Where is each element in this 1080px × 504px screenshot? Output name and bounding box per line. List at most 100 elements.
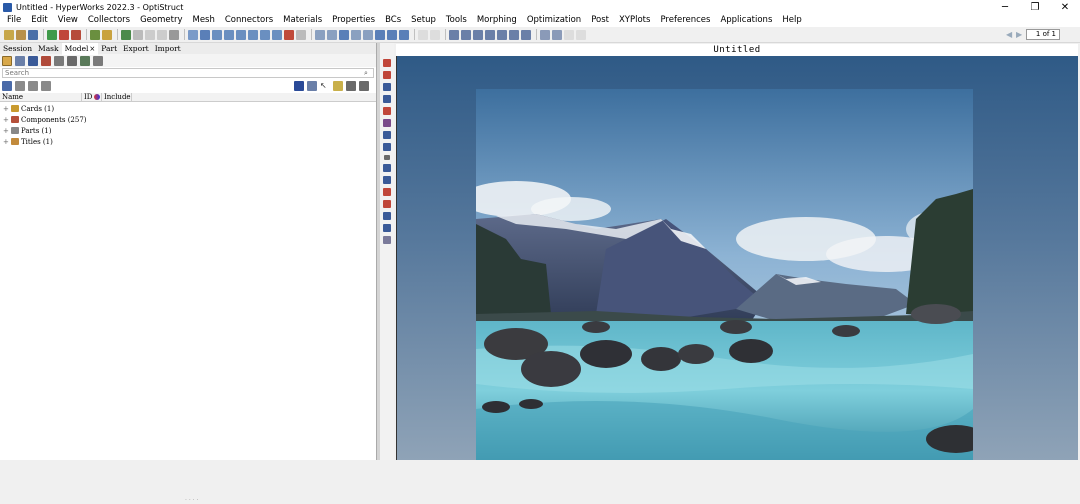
tab-mask[interactable]: Mask	[35, 43, 62, 54]
menu-properties[interactable]: Properties	[327, 14, 380, 27]
entity-icon[interactable]	[90, 29, 100, 40]
search-input[interactable]	[3, 69, 364, 77]
folder-icon[interactable]	[102, 29, 112, 40]
show-all-icon[interactable]	[359, 81, 369, 91]
menu-help[interactable]: Help	[777, 14, 806, 27]
zoom-icon[interactable]	[188, 29, 198, 40]
pan-icon[interactable]	[339, 29, 349, 40]
shaded-icon[interactable]	[383, 107, 391, 115]
arrow-horizontal-icon[interactable]	[375, 29, 385, 40]
previous-page-icon[interactable]: ◀	[1006, 30, 1014, 39]
tree-row-parts[interactable]: + Parts (1)	[0, 125, 376, 136]
window-icon[interactable]	[540, 29, 550, 40]
group-filter-icon[interactable]	[93, 55, 103, 66]
menu-tools[interactable]: Tools	[441, 14, 472, 27]
display-mode-icon[interactable]	[294, 81, 304, 91]
component-color-icon[interactable]	[383, 59, 391, 67]
load-filter-icon[interactable]	[54, 55, 64, 66]
tab-export[interactable]: Export	[120, 43, 152, 54]
material-color-icon[interactable]	[383, 83, 391, 91]
menu-collectors[interactable]: Collectors	[83, 14, 135, 27]
system-filter-icon[interactable]	[67, 55, 77, 66]
plane-icon[interactable]	[383, 212, 391, 220]
shrink-icon[interactable]	[383, 236, 391, 244]
box-icon[interactable]	[133, 29, 143, 40]
layout-5-icon[interactable]	[497, 29, 507, 40]
menu-edit[interactable]: Edit	[26, 14, 52, 27]
spin-icon[interactable]	[399, 29, 409, 40]
mesh-lines-icon[interactable]	[383, 131, 391, 139]
undo-icon[interactable]	[418, 29, 428, 40]
expand-icon[interactable]: +	[3, 116, 9, 124]
menu-connectors[interactable]: Connectors	[220, 14, 278, 27]
tree-row-components[interactable]: + Components (257)	[0, 114, 376, 125]
search-icon[interactable]: ⌕	[364, 69, 373, 78]
tab-model[interactable]: Model×	[61, 42, 99, 55]
magnify-icon[interactable]	[315, 29, 325, 40]
add-icon[interactable]	[121, 29, 131, 40]
layout-4-icon[interactable]	[485, 29, 495, 40]
tab-part[interactable]: Part	[98, 43, 120, 54]
material-filter-icon[interactable]	[28, 55, 38, 66]
frame-alt-icon[interactable]	[157, 29, 167, 40]
sync-icon[interactable]	[564, 29, 574, 40]
column-name[interactable]: Name	[0, 93, 82, 101]
free-edge-icon[interactable]	[383, 176, 391, 184]
arrow-vertical-icon[interactable]	[387, 29, 397, 40]
label-icon[interactable]	[383, 188, 391, 196]
minimize-button[interactable]: ─	[990, 0, 1020, 14]
menu-bcs[interactable]: BCs	[380, 14, 406, 27]
expand-all-icon[interactable]	[15, 81, 25, 91]
layout-1-icon[interactable]	[449, 29, 459, 40]
next-page-icon[interactable]: ▶	[1016, 30, 1024, 39]
node-icon[interactable]	[384, 155, 390, 160]
close-icon[interactable]: ×	[89, 45, 95, 53]
wireframe-icon[interactable]	[383, 119, 391, 127]
menu-file[interactable]: File	[2, 14, 26, 27]
menu-post[interactable]: Post	[586, 14, 614, 27]
layout-6-icon[interactable]	[509, 29, 519, 40]
display-icon[interactable]	[169, 29, 179, 40]
view-front-icon[interactable]	[236, 29, 246, 40]
section-cut-icon[interactable]	[284, 29, 294, 40]
undo-model-icon[interactable]	[71, 29, 81, 40]
frame-icon[interactable]	[145, 29, 155, 40]
open-icon[interactable]	[4, 29, 14, 40]
delete-icon[interactable]	[59, 29, 69, 40]
element-icon[interactable]	[383, 164, 391, 172]
layout-7-icon[interactable]	[521, 29, 531, 40]
assembly-filter-icon[interactable]	[15, 55, 25, 66]
redo-icon[interactable]	[430, 29, 440, 40]
view-dropdown-icon[interactable]	[2, 81, 12, 91]
isolate-icon[interactable]	[333, 81, 343, 91]
close-button[interactable]: ✕	[1050, 0, 1080, 14]
resize-grip-icon[interactable]: · · · ·	[185, 497, 198, 504]
fit-icon[interactable]	[200, 29, 210, 40]
view-top-icon[interactable]	[224, 29, 234, 40]
tab-import[interactable]: Import	[152, 43, 184, 54]
cursor-icon[interactable]: ↖	[320, 81, 330, 91]
transparency-icon[interactable]	[383, 143, 391, 151]
layout-2-icon[interactable]	[461, 29, 471, 40]
lighting-icon[interactable]	[383, 224, 391, 232]
maximize-button[interactable]: ❐	[1020, 0, 1050, 14]
collapse-all-icon[interactable]	[28, 81, 38, 91]
view-side-icon[interactable]	[248, 29, 258, 40]
expand-icon[interactable]: +	[3, 138, 9, 146]
hand-icon[interactable]	[363, 29, 373, 40]
column-id[interactable]: ID	[82, 93, 102, 101]
tree-row-titles[interactable]: + Titles (1)	[0, 136, 376, 147]
menu-applications[interactable]: Applications	[715, 14, 777, 27]
window-dropdown-icon[interactable]	[552, 29, 562, 40]
menu-xyplots[interactable]: XYPlots	[614, 14, 655, 27]
normals-icon[interactable]	[383, 200, 391, 208]
column-include[interactable]: Include	[102, 93, 132, 101]
menu-optimization[interactable]: Optimization	[522, 14, 586, 27]
menu-setup[interactable]: Setup	[406, 14, 441, 27]
rotate-icon[interactable]	[351, 29, 361, 40]
show-dropdown-icon[interactable]	[307, 81, 317, 91]
menu-geometry[interactable]: Geometry	[135, 14, 187, 27]
menu-mesh[interactable]: Mesh	[187, 14, 219, 27]
hide-icon[interactable]	[346, 81, 356, 91]
save-icon[interactable]	[28, 29, 38, 40]
